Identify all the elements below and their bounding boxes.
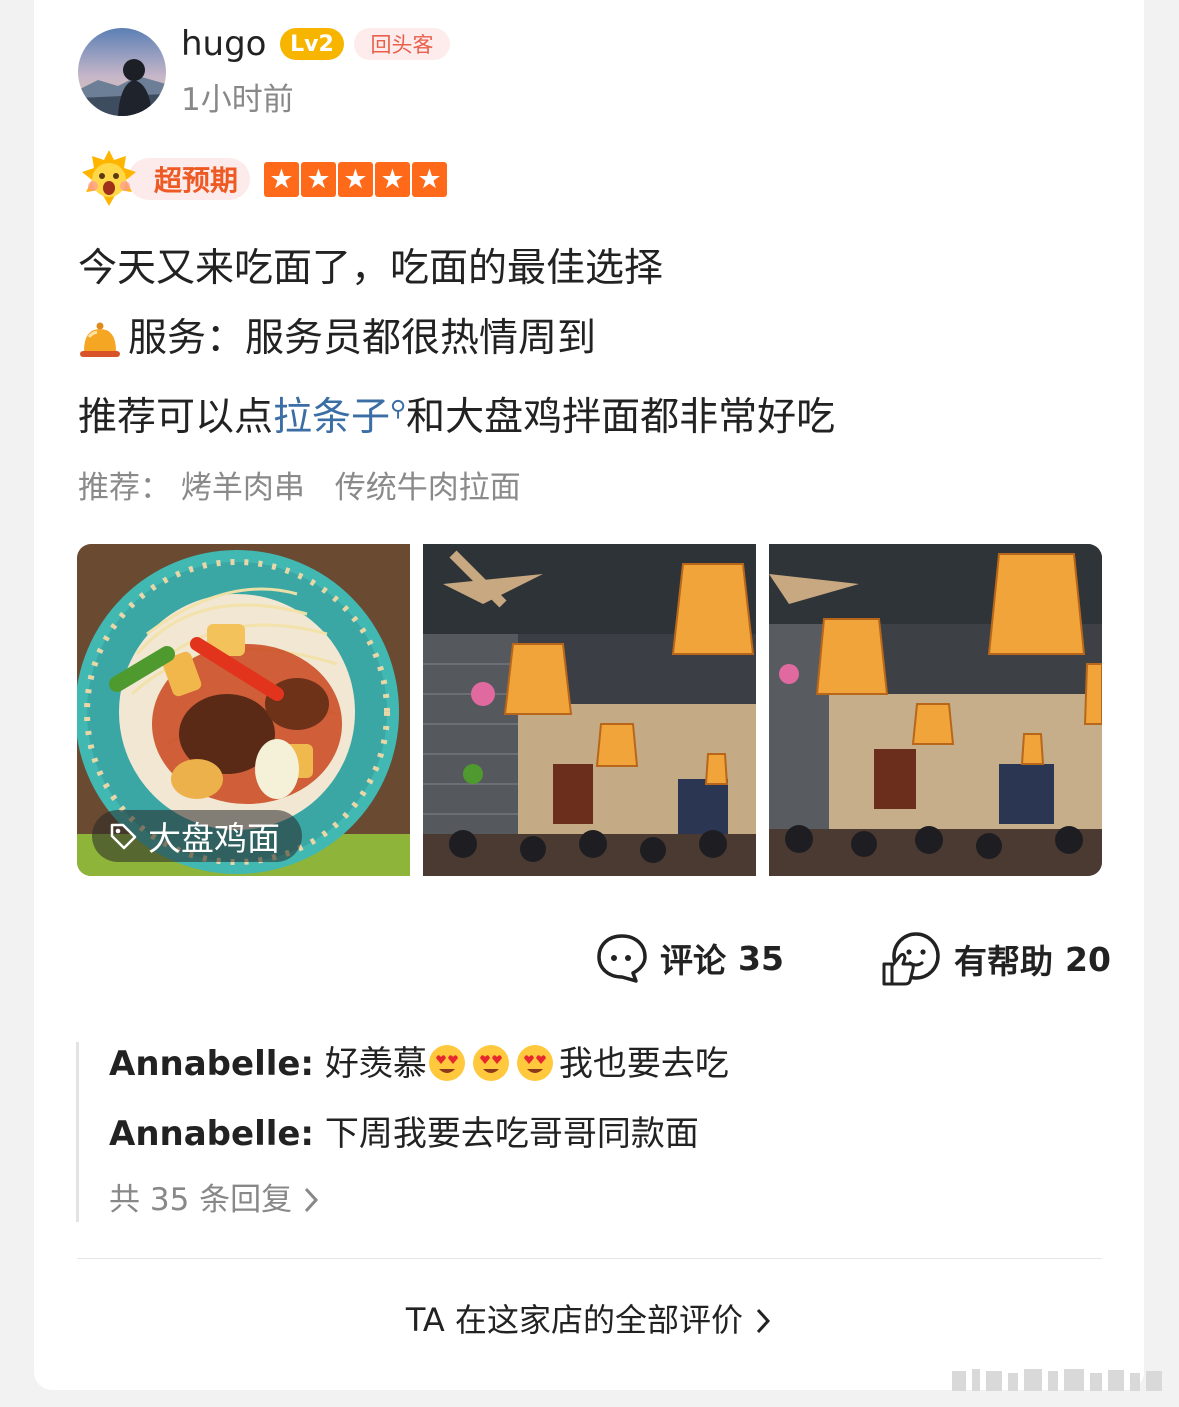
all-reviews-link[interactable]: TA 在这家店的全部评价 xyxy=(0,1298,1179,1342)
thumbs-up-face-icon xyxy=(882,932,940,986)
star-icon: ★ xyxy=(375,162,410,197)
divider xyxy=(77,1258,1102,1259)
watermark-stripes xyxy=(944,1365,1170,1395)
post-time: 1小时前 xyxy=(181,82,294,118)
service-bell-icon xyxy=(80,322,120,357)
photo-tag-label: 大盘鸡面 xyxy=(148,819,280,858)
comments-count: 35 xyxy=(738,938,784,978)
star-rating: ★ ★ ★ ★ ★ xyxy=(264,162,447,197)
all-reviews-label: TA 在这家店的全部评价 xyxy=(405,1301,743,1339)
mood-label: 超预期 xyxy=(128,158,250,200)
line3-suffix: 和大盘鸡拌面都非常好吃 xyxy=(406,395,836,440)
reply-text: 下周我要去吃哥哥同款面 xyxy=(314,1114,699,1154)
reply-author[interactable]: Annabelle: xyxy=(109,1044,314,1084)
comment-bubble-icon xyxy=(597,934,647,983)
heart-eyes-emoji-icon xyxy=(428,1045,553,1081)
service-text: 服务：服务员都很热情周到 xyxy=(128,316,597,361)
chevron-right-icon xyxy=(302,1182,320,1218)
tag-icon xyxy=(110,823,137,850)
photo-restaurant-interior-1[interactable] xyxy=(423,544,756,876)
recommend-item[interactable]: 烤羊肉串 xyxy=(181,470,305,506)
helpful-button[interactable]: 有帮助 20 xyxy=(880,932,1111,986)
review-text-line-1: 今天又来吃面了，吃面的最佳选择 xyxy=(78,246,664,291)
recommend-item[interactable]: 传统牛肉拉面 xyxy=(335,470,521,506)
helpful-label: 有帮助 xyxy=(954,942,1053,981)
reply-text-end: 我也要去吃 xyxy=(558,1044,729,1084)
avatar[interactable] xyxy=(78,28,166,116)
more-replies-label: 共 35 条回复 xyxy=(109,1182,293,1218)
reply-text: 好羡慕 xyxy=(314,1044,427,1084)
comments-button[interactable]: 评论 35 xyxy=(596,932,784,984)
recommended-dishes: 推荐： 烤羊肉串 传统牛肉拉面 xyxy=(78,466,521,510)
reply-item[interactable]: Annabelle: 好羡慕 我也要去吃 xyxy=(109,1040,729,1088)
star-icon: ★ xyxy=(338,162,373,197)
line3-prefix: 推荐可以点 xyxy=(78,395,274,440)
reply-item[interactable]: Annabelle: 下周我要去吃哥哥同款面 xyxy=(109,1110,699,1158)
dish-link-lātiáozi[interactable]: 拉条子 xyxy=(273,395,390,440)
review-text-line-2: 服务：服务员都很热情周到 xyxy=(78,313,596,365)
username[interactable]: hugo xyxy=(181,24,266,64)
level-badge: Lv2 xyxy=(280,28,344,60)
recommend-label: 推荐： xyxy=(78,470,171,506)
chevron-right-icon xyxy=(753,1301,773,1339)
replies-divider-bar xyxy=(76,1042,79,1222)
more-replies-link[interactable]: 共 35 条回复 xyxy=(109,1178,320,1222)
photo-dish-tag[interactable]: 大盘鸡面 xyxy=(92,810,302,862)
reply-author[interactable]: Annabelle: xyxy=(109,1114,314,1154)
returning-customer-badge: 回头客 xyxy=(354,28,450,60)
star-icon: ★ xyxy=(301,162,336,197)
surprised-face-icon xyxy=(80,148,138,208)
star-icon: ★ xyxy=(264,162,299,197)
star-icon: ★ xyxy=(412,162,447,197)
comments-label: 评论 xyxy=(660,941,726,980)
helpful-count: 20 xyxy=(1065,939,1111,979)
photo-restaurant-interior-2[interactable] xyxy=(769,544,1102,876)
review-text-line-3: 推荐可以点拉条子⚲和大盘鸡拌面都非常好吃 xyxy=(78,384,835,444)
search-icon[interactable]: ⚲ xyxy=(390,397,406,422)
